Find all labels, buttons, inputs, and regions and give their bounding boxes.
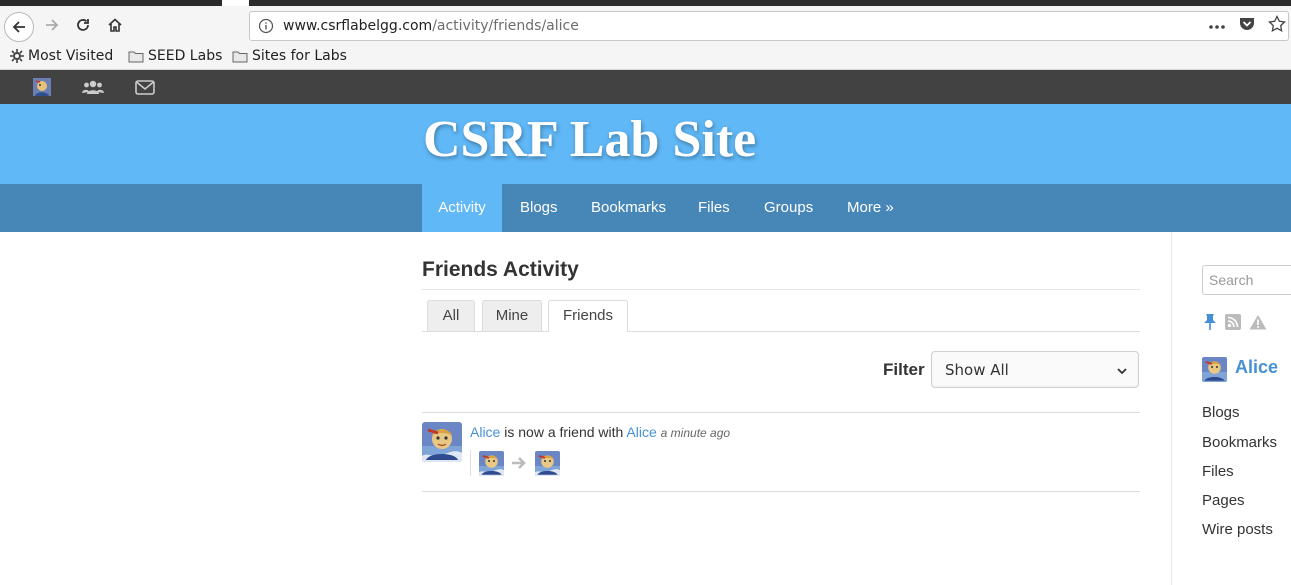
home-button[interactable] <box>101 11 129 39</box>
river-action-text: is now a friend with <box>500 424 627 440</box>
url-host: www.csrflabelgg.com <box>283 18 433 34</box>
forward-arrow-icon <box>46 19 59 31</box>
url-text[interactable]: www.csrflabelgg.com/activity/friends/ali… <box>283 18 579 34</box>
sidebar-link-blogs[interactable]: Blogs <box>1202 404 1240 421</box>
owner-avatar[interactable] <box>1202 357 1227 382</box>
river-friend-avatar[interactable] <box>535 451 560 476</box>
menu-item-files[interactable]: Files <box>698 184 730 232</box>
url-bar[interactable]: www.csrflabelgg.com/activity/friends/ali… <box>249 11 1289 41</box>
site-header: CSRF Lab Site <box>0 104 1291 184</box>
avatar-icon <box>1202 357 1227 382</box>
river-subject-link[interactable]: Alice <box>470 424 500 440</box>
bookmark-sites-for-labs[interactable]: Sites for Labs <box>232 48 347 64</box>
river-friend-avatar[interactable] <box>479 451 504 476</box>
tabs-divider <box>422 331 1140 332</box>
title-divider <box>422 289 1140 290</box>
back-button[interactable] <box>4 12 34 42</box>
avatar-icon <box>33 78 51 96</box>
browser-navbar: www.csrflabelgg.com/activity/friends/ali… <box>0 6 1291 44</box>
river-timestamp: a minute ago <box>660 426 731 440</box>
river-object-link[interactable]: Alice <box>626 424 656 440</box>
elgg-topbar <box>0 70 1291 104</box>
messages-icon[interactable] <box>135 78 155 96</box>
menu-item-bookmarks[interactable]: Bookmarks <box>591 184 666 232</box>
rss-icon[interactable] <box>1224 313 1242 331</box>
menu-item-more[interactable]: More » <box>847 184 894 232</box>
chevron-down-icon <box>1116 364 1128 382</box>
back-arrow-icon <box>12 21 25 33</box>
home-icon <box>108 18 122 32</box>
topbar-avatar[interactable] <box>32 78 52 96</box>
bookmark-label: SEED Labs <box>148 48 223 64</box>
menu-item-groups[interactable]: Groups <box>764 184 813 232</box>
menu-item-blogs[interactable]: Blogs <box>520 184 558 232</box>
river-summary: Alice is now a friend with Alice a minut… <box>470 424 730 440</box>
reload-icon <box>77 19 89 31</box>
river-subject-avatar[interactable] <box>422 422 462 462</box>
page-title: Friends Activity <box>422 258 579 281</box>
sidebar-link-bookmarks[interactable]: Bookmarks <box>1202 434 1277 451</box>
avatar-icon <box>422 422 462 462</box>
sidebar-divider <box>1171 232 1172 585</box>
pocket-icon[interactable] <box>1238 16 1256 37</box>
folder-icon <box>232 51 248 62</box>
bookmark-label: Most Visited <box>28 48 114 64</box>
bookmark-star-icon[interactable] <box>1268 14 1286 38</box>
sidebar-link-files[interactable]: Files <box>1202 463 1234 480</box>
bookmark-seed-labs[interactable]: SEED Labs <box>128 48 222 64</box>
bookmark-label: Sites for Labs <box>252 48 347 64</box>
site-title[interactable]: CSRF Lab Site <box>423 110 756 169</box>
gear-icon <box>10 49 24 63</box>
owner-name-link[interactable]: Alice <box>1235 357 1278 378</box>
folder-icon <box>128 51 144 62</box>
river-bottom-divider <box>422 491 1140 492</box>
avatar-icon <box>535 451 560 476</box>
river-attachment-divider <box>470 450 471 476</box>
filter-selected-value: Show All <box>945 361 1009 379</box>
filter-label: Filter <box>883 360 925 379</box>
avatar-icon <box>479 451 504 476</box>
filter-select[interactable]: Show All <box>931 351 1139 388</box>
report-warning-icon[interactable] <box>1249 313 1267 331</box>
sidebar-link-pages[interactable]: Pages <box>1202 492 1245 509</box>
tab-friends[interactable]: Friends <box>548 300 628 332</box>
tab-all[interactable]: All <box>427 300 475 331</box>
reload-button[interactable] <box>69 11 97 39</box>
river-top-divider <box>422 412 1140 413</box>
page-actions-icon[interactable] <box>1208 17 1226 35</box>
search-box[interactable] <box>1202 265 1291 295</box>
site-info-icon[interactable] <box>258 18 274 39</box>
friends-icon[interactable] <box>82 78 104 96</box>
forward-button[interactable] <box>38 11 66 39</box>
pin-icon[interactable] <box>1201 313 1219 331</box>
arrow-right-icon <box>511 456 527 475</box>
bookmarks-toolbar: Most Visited SEED Labs Sites for Labs <box>0 44 1291 70</box>
bookmark-most-visited[interactable]: Most Visited <box>10 48 113 64</box>
url-path: /activity/friends/alice <box>432 18 579 34</box>
site-menu: Activity Blogs Bookmarks Files Groups Mo… <box>0 184 1291 232</box>
tab-mine[interactable]: Mine <box>482 300 542 331</box>
search-input[interactable] <box>1203 266 1291 294</box>
sidebar-link-wire-posts[interactable]: Wire posts <box>1202 521 1273 538</box>
menu-item-activity[interactable]: Activity <box>422 184 502 232</box>
